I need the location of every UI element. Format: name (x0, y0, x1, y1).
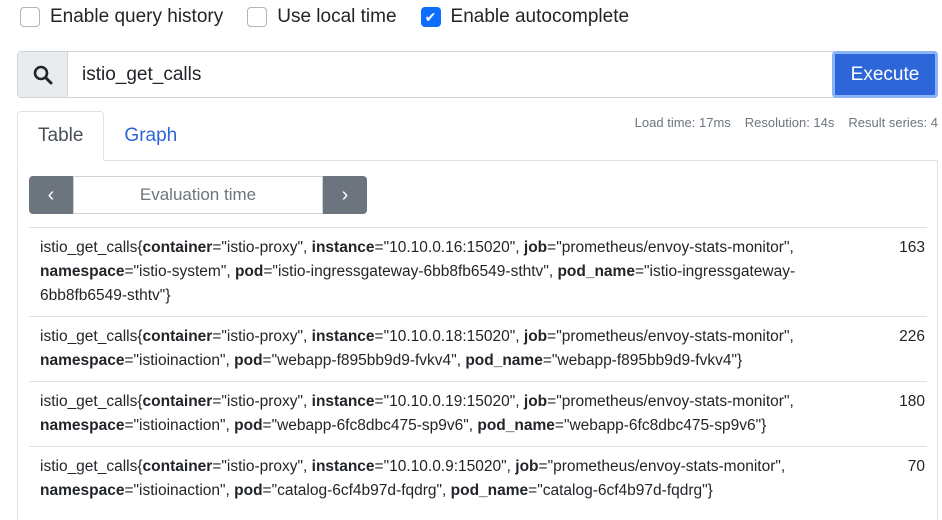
query-options: Enable query history Use local time ✔ Ena… (20, 5, 653, 29)
series-value: 226 (899, 328, 925, 345)
label-value: prometheus/envoy-stats-monitor (561, 393, 784, 410)
next-time-button[interactable]: › (323, 176, 367, 214)
label-value: webapp-6fc8dbc475-sp9v6 (569, 417, 756, 434)
label-value: webapp-f895bb9d9-fvkv4 (277, 352, 452, 369)
tabs: Table Graph (17, 111, 197, 161)
label-key: pod (234, 417, 263, 434)
label-key: pod_name (465, 352, 543, 369)
label-value: istio-proxy (226, 393, 298, 410)
label-value: istio-proxy (226, 458, 298, 475)
table-panel: ‹ Evaluation time › istio_get_calls{cont… (17, 160, 938, 520)
load-time: Load time: 17ms (634, 115, 731, 130)
label-key: instance (311, 239, 375, 256)
table-row: istio_get_calls{container="istio-proxy",… (29, 446, 927, 511)
label-value: prometheus/envoy-stats-monitor (553, 458, 776, 475)
tab-graph[interactable]: Graph (104, 111, 197, 161)
series-label: istio_get_calls{container="istio-proxy",… (40, 239, 796, 304)
label-value: 10.10.0.9:15020 (389, 458, 502, 475)
label-value: istio-ingressgateway-6bb8fb6549-sthtv (277, 263, 544, 280)
label-key: pod_name (450, 482, 529, 499)
tab-table[interactable]: Table (17, 111, 105, 161)
resolution: Resolution: 14s (744, 115, 835, 130)
label-value: catalog-6cf4b97d-fqdrg (542, 482, 703, 499)
label-key: namespace (40, 263, 125, 280)
label-key: namespace (40, 482, 125, 499)
series-label: istio_get_calls{container="istio-proxy",… (40, 458, 786, 499)
label-value: istioinaction (139, 352, 221, 369)
label-key: job (523, 239, 548, 256)
label-value: 10.10.0.16:15020 (389, 239, 510, 256)
label-value: 10.10.0.19:15020 (389, 393, 510, 410)
label-key: job (523, 393, 548, 410)
label-value: istio-system (139, 263, 221, 280)
series-label: istio_get_calls{container="istio-proxy",… (40, 393, 794, 434)
checkbox[interactable] (247, 7, 268, 27)
label-key: pod (234, 263, 264, 280)
label-value: prometheus/envoy-stats-monitor (561, 239, 784, 256)
label-key: namespace (40, 352, 125, 369)
option-autocomplete[interactable]: ✔ Enable autocomplete (420, 5, 630, 29)
chevron-right-icon: › (341, 183, 349, 206)
option-label: Use local time (277, 6, 397, 27)
label-value: istioinaction (139, 417, 221, 434)
table-row: istio_get_calls{container="istio-proxy",… (29, 316, 927, 381)
checkbox-checked[interactable]: ✔ (420, 7, 441, 27)
metric-name: istio_get_calls (40, 458, 138, 475)
metric-name: istio_get_calls (40, 393, 138, 410)
label-value: istio-proxy (226, 328, 298, 345)
label-key: pod_name (477, 417, 555, 434)
results-table: istio_get_calls{container="istio-proxy",… (29, 227, 927, 511)
query-bar: Execute (17, 51, 938, 98)
series-label: istio_get_calls{container="istio-proxy",… (40, 328, 794, 369)
query-stats: Load time: 17ms Resolution: 14s Result s… (635, 115, 938, 130)
label-value: webapp-6fc8dbc475-sp9v6 (277, 417, 464, 434)
result-series: Result series: 4 (848, 115, 938, 130)
label-value: prometheus/envoy-stats-monitor (561, 328, 784, 345)
search-icon (18, 52, 68, 97)
table-row: istio_get_calls{container="istio-proxy",… (29, 381, 927, 446)
label-key: container (142, 458, 213, 475)
label-key: job (515, 458, 539, 475)
option-label: Enable autocomplete (450, 6, 630, 27)
label-key: instance (311, 328, 375, 345)
evaluation-time-control: ‹ Evaluation time › (29, 176, 367, 214)
label-key: container (142, 328, 213, 345)
label-key: container (142, 239, 213, 256)
option-query-history[interactable]: Enable query history (20, 5, 223, 29)
prev-time-button[interactable]: ‹ (29, 176, 73, 214)
label-key: instance (311, 393, 375, 410)
label-value: istio-proxy (226, 239, 298, 256)
metric-name: istio_get_calls (40, 239, 138, 256)
chevron-left-icon: ‹ (47, 183, 55, 206)
option-local-time[interactable]: Use local time (247, 5, 397, 29)
label-key: namespace (40, 417, 125, 434)
table-row: istio_get_calls{container="istio-proxy",… (29, 227, 927, 316)
series-value: 180 (899, 393, 925, 410)
series-value: 163 (899, 239, 925, 256)
label-key: pod (234, 482, 263, 499)
label-key: instance (311, 458, 375, 475)
checkbox[interactable] (20, 7, 40, 27)
label-value: catalog-6cf4b97d-fqdrg (277, 482, 437, 499)
label-value: webapp-f895bb9d9-fvkv4 (557, 352, 732, 369)
option-label: Enable query history (50, 6, 224, 27)
label-value: 10.10.0.18:15020 (389, 328, 510, 345)
label-key: job (523, 328, 548, 345)
evaluation-time-input[interactable]: Evaluation time (73, 176, 323, 214)
label-key: container (142, 393, 213, 410)
series-value: 70 (907, 458, 925, 475)
execute-button[interactable]: Execute (832, 51, 938, 98)
query-input[interactable] (68, 52, 832, 97)
metric-name: istio_get_calls (40, 328, 138, 345)
label-value: istioinaction (139, 482, 221, 499)
label-key: pod (234, 352, 263, 369)
label-key: pod_name (557, 263, 635, 280)
